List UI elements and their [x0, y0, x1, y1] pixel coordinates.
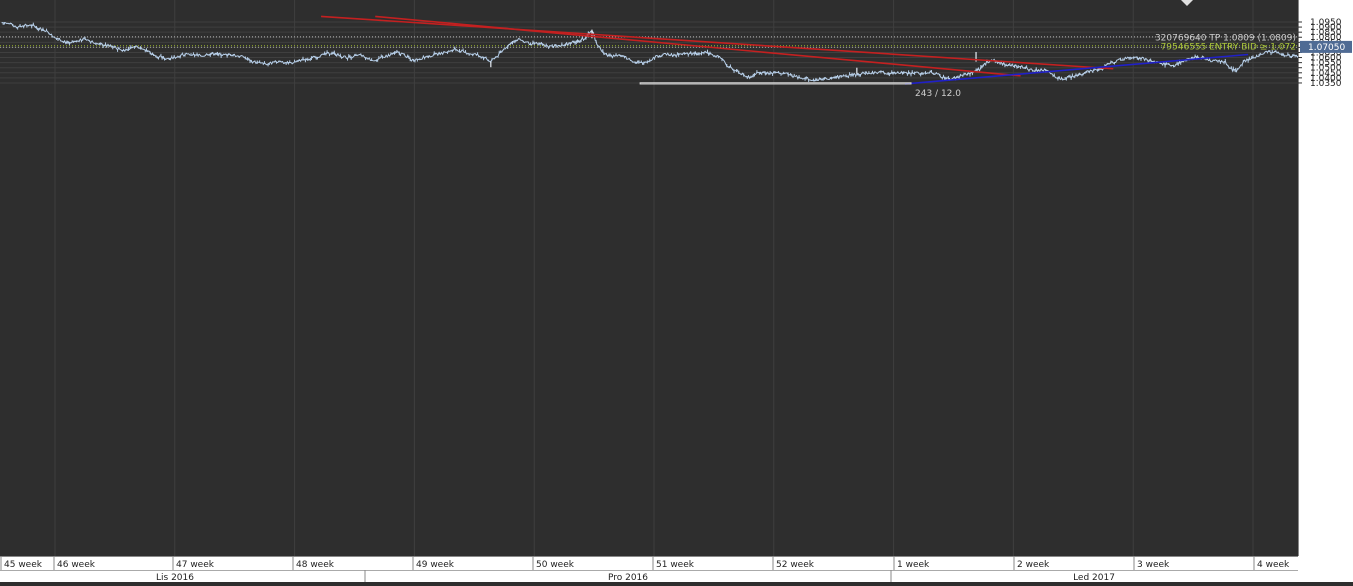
x-tick-label: 52 week [776, 560, 815, 570]
y-tick-label: 1.0350 [1310, 79, 1342, 89]
current-price-label: 1.07050 [1308, 43, 1345, 53]
x-tick-label: 49 week [416, 560, 455, 570]
x-tick-label: 3 week [1137, 560, 1170, 570]
x-tick-label: 45 week [4, 560, 43, 570]
x-tick-label: 2 week [1017, 560, 1050, 570]
x-tick-label: 47 week [176, 560, 215, 570]
month-label: Led 2017 [1073, 573, 1115, 582]
month-label: Pro 2016 [608, 573, 648, 582]
price-chart[interactable]: 243 / 12.0 320769640 TP 1.0809 (1.0809) 79… [0, 0, 1353, 583]
entry-level-label: 79546555 ENTRY BID ≥ 1.072 [1161, 42, 1296, 52]
x-tick-label: 50 week [536, 560, 575, 570]
x-tick-label: 48 week [296, 560, 335, 570]
plot-background [0, 0, 1353, 582]
month-label: Lis 2016 [156, 573, 194, 582]
time-axis[interactable]: 45 week 46 week 47 week 48 week 49 week 50 we… [0, 556, 1353, 583]
x-tick-label: 4 week [1257, 560, 1290, 570]
x-tick-label: 46 week [57, 560, 96, 570]
chart-canvas[interactable]: 243 / 12.0320769640 TP 1.0809 (1.0809)79… [0, 0, 1353, 583]
range-box-label: 243 / 12.0 [915, 89, 961, 99]
x-tick-label: 51 week [656, 560, 695, 570]
price-axis[interactable]: 1.09501.09001.08501.08001.07501.07001.06… [1298, 0, 1353, 556]
x-tick-label: 1 week [897, 560, 930, 570]
